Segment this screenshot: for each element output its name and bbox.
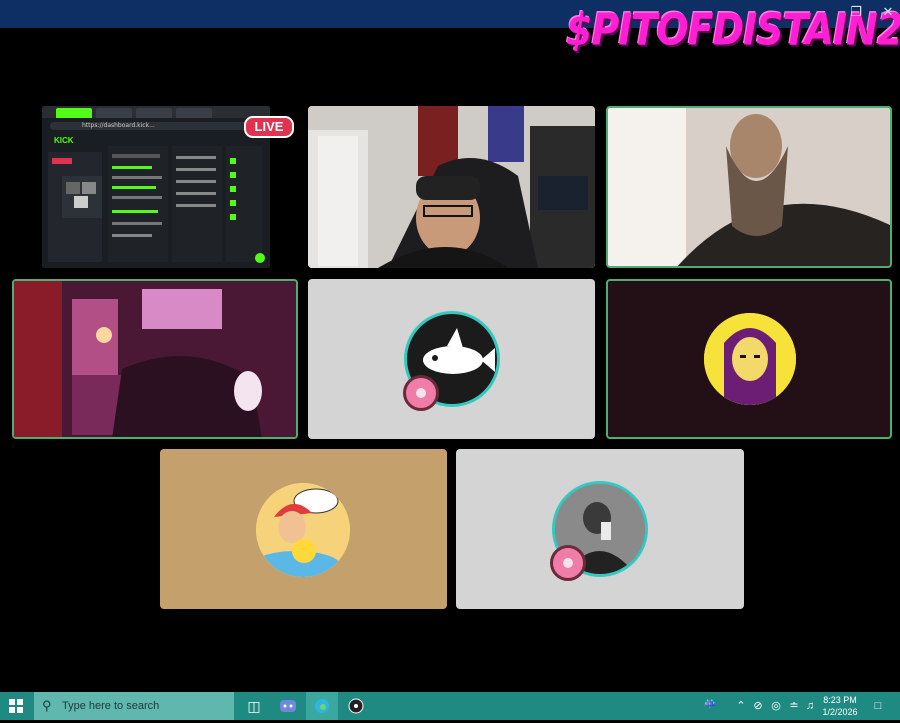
participant-video-tile[interactable] [308, 106, 595, 268]
wifi-icon[interactable]: ≐ [786, 692, 802, 720]
obs-icon[interactable] [340, 692, 372, 720]
participant-avatar [256, 483, 350, 577]
discord-logo-icon [280, 700, 296, 712]
microphone-icon[interactable]: ◎ [768, 692, 784, 720]
participant-video-tile-speaking[interactable] [606, 106, 892, 268]
search-placeholder: Type here to search [62, 700, 160, 712]
participant-avatar-tile[interactable] [308, 279, 595, 439]
close-window-button[interactable]: ✕ [878, 4, 898, 22]
network-disabled-icon[interactable]: ⊘ [750, 692, 766, 720]
edge-icon[interactable] [306, 692, 338, 720]
webcam-video [608, 108, 890, 266]
donut-icon [550, 545, 586, 581]
search-icon: ⚲ [42, 698, 52, 713]
dashboard-preview [48, 146, 265, 263]
live-badge: LIVE [244, 116, 294, 138]
donut-icon [403, 375, 439, 411]
chevron-up-icon[interactable]: ⌃ [734, 692, 748, 720]
obs-logo-icon [348, 698, 364, 714]
screen-share-tile[interactable]: https://dashboard.kick... KICK [42, 106, 270, 268]
weather-icon[interactable]: ☔ [700, 692, 720, 720]
participant-video-tile-speaking[interactable] [12, 279, 298, 439]
discord-icon[interactable] [272, 692, 304, 720]
notification-icon[interactable]: □ [870, 692, 886, 720]
participant-avatar-tile[interactable] [160, 449, 447, 609]
taskbar-search-box[interactable]: ⚲ Type here to search [34, 692, 234, 720]
clock-date: 1/2/2026 [822, 707, 858, 717]
anime-character-icon [704, 313, 796, 405]
participant-avatar-tile[interactable] [456, 449, 744, 609]
taskbar-clock[interactable]: 8:23 PM 1/2/2026 [816, 694, 864, 718]
edge-logo-icon [315, 699, 329, 713]
windows-start-icon[interactable] [0, 692, 32, 720]
restore-window-button[interactable]: ❐ [846, 4, 866, 22]
ash-pikachu-icon [256, 483, 350, 577]
windows-taskbar: ⚲ Type here to search ◫ ☔ ⌃ ⊘ ◎ ≐ ♫ 8:23… [0, 692, 900, 720]
participant-avatar-tile-speaking[interactable] [606, 279, 892, 439]
webcam-video [308, 106, 595, 268]
clock-time: 8:23 PM [823, 695, 857, 705]
windows-logo-icon [9, 699, 23, 713]
participant-avatar [704, 313, 796, 405]
task-view-icon[interactable]: ◫ [238, 692, 270, 720]
webcam-video [14, 281, 296, 437]
